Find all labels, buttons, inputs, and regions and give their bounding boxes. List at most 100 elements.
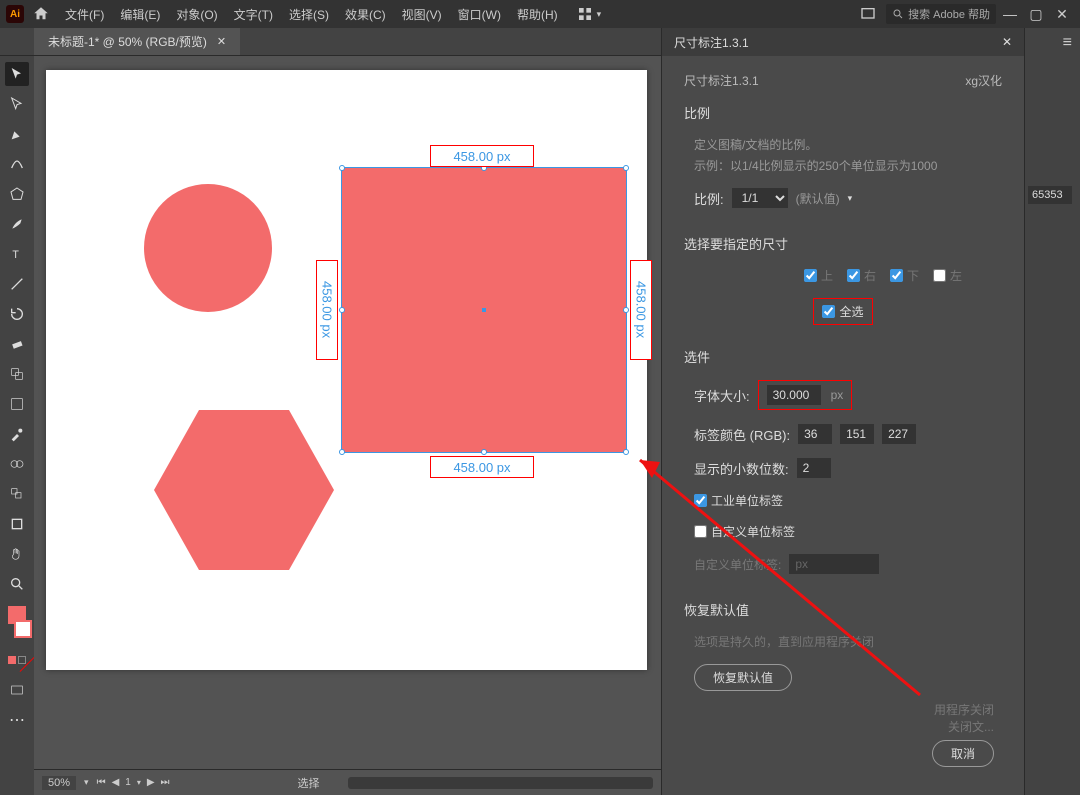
canvas-viewport[interactable]: 458.00 px 458.00 px 458.00 px 458.00 px [34,56,661,769]
menu-select[interactable]: 选择(S) [282,6,336,23]
ratio-default-note: (默认值) [796,190,840,207]
artboard: 458.00 px 458.00 px 458.00 px 458.00 px [46,70,647,670]
side-right-check[interactable]: 右 [847,267,876,284]
ratio-select[interactable]: 1/1 [732,188,788,208]
color-r-input[interactable] [798,424,832,444]
menu-help[interactable]: 帮助(H) [510,6,565,23]
zoom-tool[interactable] [5,572,29,596]
menu-window[interactable]: 窗口(W) [451,6,508,23]
side-top-check[interactable]: 上 [804,267,833,284]
panel-menu-icon[interactable]: ≡ [1025,28,1080,58]
custom-unit-input [789,554,879,574]
ghost-text: 用程序关闭 关闭文... [934,701,994,735]
hexagon-shape[interactable] [154,410,334,575]
workspace-grid-icon[interactable] [577,6,593,22]
eyedropper-tool[interactable] [5,422,29,446]
handle-tl[interactable] [339,165,345,171]
blend-tool[interactable] [5,452,29,476]
handle-r[interactable] [623,307,629,313]
handle-bl[interactable] [339,449,345,455]
dimension-left: 458.00 px [316,260,338,360]
dialog-close-icon[interactable]: ✕ [1002,35,1012,49]
menu-view[interactable]: 视图(V) [395,6,449,23]
restore-defaults-button[interactable]: 恢复默认值 [694,664,792,691]
circle-shape[interactable] [144,184,272,312]
custom-unit-label: 自定义单位标签: [694,556,781,573]
tab-close-icon[interactable]: ✕ [217,35,226,48]
square-shape-selected[interactable] [342,168,626,452]
dialog-subtitle: 尺寸标注1.3.1 [684,72,759,89]
color-g-input[interactable] [840,424,874,444]
curvature-tool[interactable] [5,152,29,176]
line-tool[interactable] [5,272,29,296]
gradient-tool[interactable] [5,392,29,416]
toolbar: T ⋯ [0,56,34,795]
window-close-button[interactable]: ✕ [1050,6,1074,23]
menu-type[interactable]: 文字(T) [227,6,280,23]
workspace-caret[interactable]: ▾ [597,9,602,20]
color-mode-toggle[interactable] [5,648,29,672]
menu-object[interactable]: 对象(O) [169,6,224,23]
ratio-caret[interactable]: ▾ [848,193,853,204]
menubar: Ai 文件(F) 编辑(E) 对象(O) 文字(T) 选择(S) 效果(C) 视… [0,0,1080,28]
font-size-unit: px [831,388,844,402]
polygon-tool[interactable] [5,182,29,206]
menu-effect[interactable]: 效果(C) [338,6,393,23]
window-min-button[interactable]: — [998,6,1022,22]
window-max-button[interactable]: ▢ [1024,6,1048,23]
section-pick-title: 选择要指定的尺寸 [684,234,1002,253]
document-tab[interactable]: 未标题-1* @ 50% (RGB/预览) ✕ [34,28,240,55]
section-restore-title: 恢复默认值 [684,600,1002,619]
selection-tool[interactable] [5,62,29,86]
decimals-label: 显示的小数位数: [694,459,789,478]
handle-b[interactable] [481,449,487,455]
handle-tr[interactable] [623,165,629,171]
shape-builder-tool[interactable] [5,482,29,506]
help-search[interactable]: 搜索 Adobe 帮助 [886,4,996,24]
select-all-check[interactable]: 全选 [813,298,872,325]
eraser-tool[interactable] [5,332,29,356]
stroke-swatch[interactable] [14,620,32,638]
artboard-nav[interactable]: ⏮◀1▾▶⏭ [97,777,170,788]
edit-toolbar[interactable]: ⋯ [5,708,29,732]
dialog-title: 尺寸标注1.3.1 [674,34,749,51]
zoom-caret[interactable]: ▾ [84,777,89,788]
arrange-docs-icon[interactable] [860,6,876,22]
decimals-input[interactable] [797,458,831,478]
scale-tool[interactable] [5,362,29,386]
document-tab-title: 未标题-1* @ 50% (RGB/预览) [48,33,207,50]
handle-br[interactable] [623,449,629,455]
dimension-dialog: 尺寸标注1.3.1 ✕ 尺寸标注1.3.1 xg汉化 比例 定义图稿/文档的比例… [661,28,1024,795]
direct-select-tool[interactable] [5,92,29,116]
menu-edit[interactable]: 编辑(E) [113,6,167,23]
industrial-unit-check[interactable]: 工业单位标签 [694,492,1002,509]
home-icon[interactable] [32,5,50,23]
menu-file[interactable]: 文件(F) [58,6,111,23]
screen-mode-toggle[interactable] [5,678,29,702]
pen-tool[interactable] [5,122,29,146]
horizontal-scrollbar[interactable] [348,777,653,789]
section-options-title: 选件 [684,347,1002,366]
search-icon [892,8,904,20]
svg-text:T: T [12,249,19,261]
handle-l[interactable] [339,307,345,313]
hand-tool[interactable] [5,542,29,566]
rotate-tool[interactable] [5,302,29,326]
dialog-credit: xg汉化 [965,72,1002,89]
color-b-input[interactable] [882,424,916,444]
font-size-input[interactable] [767,385,821,405]
cancel-button[interactable]: 取消 [932,740,994,767]
color-value-readout: 65353 [1028,186,1072,204]
selection-center [482,308,486,312]
dimension-right: 458.00 px [630,260,652,360]
side-left-check[interactable]: 左 [933,267,962,284]
artboard-tool[interactable] [5,512,29,536]
zoom-level[interactable]: 50% [42,776,76,790]
ratio-desc-2: 示例：以1/4比例显示的250个单位显示为1000 [694,157,1002,174]
ratio-label: 比例: [694,189,724,208]
side-bottom-check[interactable]: 下 [890,267,919,284]
custom-unit-check[interactable]: 自定义单位标签 [694,523,1002,540]
type-tool[interactable]: T [5,242,29,266]
dimension-bottom: 458.00 px [430,456,534,478]
brush-tool[interactable] [5,212,29,236]
